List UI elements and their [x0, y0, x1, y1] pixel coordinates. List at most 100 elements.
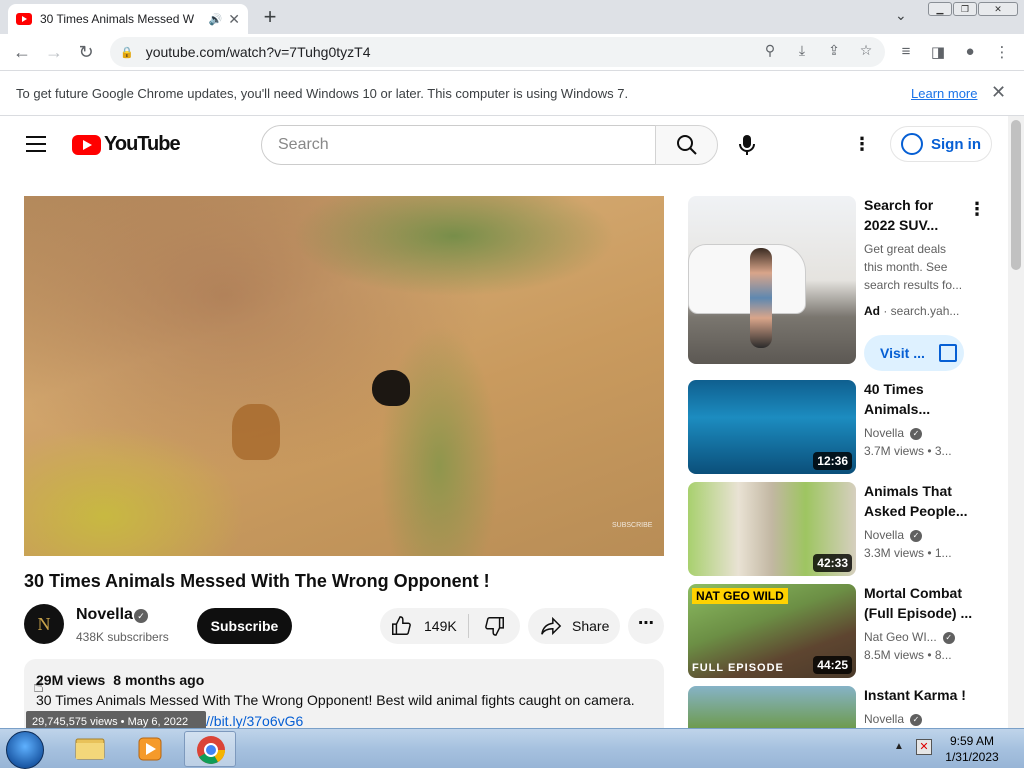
side-channel: Novella ✓	[864, 528, 923, 542]
url-text: youtube.com/watch?v=7Tuhg0tyzT4	[145, 44, 371, 60]
side-video-title-line-1[interactable]: Mortal Combat	[864, 583, 974, 603]
like-button[interactable]: 149K	[380, 608, 468, 644]
side-channel: Novella ✓	[864, 426, 923, 440]
browser-tab[interactable]: 30 Times Animals Messed W 🔊 ✕	[8, 4, 248, 34]
tab-close-icon[interactable]: ✕	[228, 11, 240, 28]
more-actions-button[interactable]: ⋯	[628, 608, 664, 644]
side-channel: Novella ✓	[864, 712, 923, 726]
chrome-taskbar-icon[interactable]	[184, 731, 236, 767]
like-dislike-group: 149K	[380, 608, 520, 644]
subscribe-button[interactable]: Subscribe	[197, 608, 292, 644]
browser-toolbar: ← → ↻ 🔒 youtube.com/watch?v=7Tuhg0tyzT4 …	[0, 34, 1024, 71]
reload-button[interactable]: ↻	[74, 41, 98, 65]
share-icon[interactable]: ⇪	[824, 42, 844, 59]
back-button[interactable]: ←	[10, 41, 34, 65]
channel-name[interactable]: Novella	[76, 606, 133, 624]
side-video-title-line-2[interactable]: (Full Episode) ...	[864, 603, 974, 623]
ad-source-text: search.yah...	[890, 304, 960, 318]
new-tab-button[interactable]: +	[258, 4, 282, 30]
close-window-button[interactable]: ✕	[978, 2, 1018, 16]
full-episode-label: FULL EPISODE	[692, 662, 784, 674]
youtube-logo[interactable]: YouTube	[72, 133, 181, 156]
ad-desc-line-1: Get great deals	[864, 242, 947, 256]
side-panel-icon[interactable]: ◨	[928, 43, 948, 61]
dislike-button[interactable]	[469, 608, 520, 644]
forward-button[interactable]: →	[42, 41, 66, 65]
search-icon[interactable]: ⚲	[760, 42, 780, 59]
speaker-icon[interactable]: 🔊	[209, 13, 223, 26]
lock-icon[interactable]: 🔒	[120, 46, 134, 59]
microphone-icon[interactable]	[735, 133, 759, 157]
ad-title-line-2[interactable]: 2022 SUV...	[864, 215, 974, 235]
external-link-icon	[938, 344, 957, 362]
start-button[interactable]	[6, 731, 44, 769]
side-video-title-line-2[interactable]: Asked People...	[864, 501, 974, 521]
share-arrow-icon	[541, 616, 562, 636]
like-count: 149K	[424, 618, 457, 634]
bookmark-star-icon[interactable]: ☆	[856, 42, 876, 59]
sign-in-button[interactable]: Sign in	[890, 126, 992, 162]
tab-title: 30 Times Animals Messed W	[40, 12, 195, 26]
verified-check-icon: ✓	[942, 631, 955, 644]
tab-search-chevron-icon[interactable]: ⌄	[895, 7, 907, 24]
file-explorer-icon[interactable]	[64, 731, 116, 767]
system-clock[interactable]: 9:59 AM 1/31/2023	[940, 733, 1004, 765]
channel-avatar[interactable]: N	[24, 604, 64, 644]
verified-check-icon: ✓	[910, 529, 923, 542]
upload-age: 8 months ago	[113, 672, 205, 688]
ad-desc-line-2: this month. See	[864, 260, 948, 274]
verified-check-icon: ✓	[134, 609, 148, 623]
hand-cursor-icon: ☝	[33, 676, 44, 696]
tab-strip: 30 Times Animals Messed W 🔊 ✕ + ⌄ ▁ ❐ ✕	[0, 0, 1024, 34]
video-thumbnail[interactable]: 42:33	[688, 482, 856, 576]
view-count: 29M views	[36, 672, 106, 688]
nat-geo-wild-badge: NAT GEO WILD	[692, 588, 788, 604]
thumbs-up-icon	[392, 616, 411, 635]
chrome-menu-icon[interactable]: ⋮	[992, 43, 1012, 61]
learn-more-link[interactable]: Learn more	[911, 86, 977, 101]
install-icon[interactable]: ⤓	[792, 42, 812, 59]
verified-check-icon: ✓	[910, 713, 923, 726]
video-title: 30 Times Animals Messed With The Wrong O…	[24, 571, 490, 591]
settings-kebab-icon[interactable]: ⋮	[853, 134, 871, 155]
ad-kebab-icon[interactable]: ⋮	[968, 199, 986, 220]
video-thumbnail[interactable]: NAT GEO WILD FULL EPISODE 44:25	[688, 584, 856, 678]
clock-date: 1/31/2023	[945, 750, 999, 764]
profile-icon[interactable]: ●	[960, 43, 980, 60]
search-input[interactable]: Search	[261, 125, 656, 165]
side-video-title-line-1[interactable]: Instant Karma !	[864, 685, 974, 705]
thumbs-down-icon	[484, 617, 504, 636]
ad-thumbnail[interactable]	[688, 196, 856, 364]
network-warning-icon[interactable]: ✕	[916, 739, 932, 755]
search-button[interactable]	[655, 125, 718, 165]
view-meta: 29M views 8 months ago	[36, 672, 212, 688]
minimize-button[interactable]: ▁	[928, 2, 952, 16]
person-image	[750, 248, 772, 348]
duration-badge: 12:36	[813, 452, 852, 470]
share-button[interactable]: Share	[528, 608, 620, 644]
search-icon	[676, 135, 697, 155]
media-control-icon[interactable]: ≡	[896, 43, 916, 60]
infobar-close-icon[interactable]: ✕	[991, 82, 1006, 103]
side-video-title-line-1[interactable]: Animals That	[864, 481, 974, 501]
ad-label: Ad	[864, 304, 880, 318]
subscriber-count: 438K subscribers	[76, 630, 169, 644]
side-video-title-line-2[interactable]: Animals...	[864, 399, 974, 419]
visit-site-button[interactable]: Visit ...	[864, 335, 964, 371]
update-infobar: To get future Google Chrome updates, you…	[0, 71, 1024, 116]
video-thumbnail[interactable]	[688, 686, 856, 728]
tiger-figure	[232, 404, 280, 460]
windows-taskbar: ▲ ✕ 9:59 AM 1/31/2023	[0, 728, 1024, 769]
menu-icon[interactable]	[26, 136, 46, 152]
video-player[interactable]: SUBSCRIBE	[24, 196, 664, 556]
show-hidden-icons-chevron-icon[interactable]: ▲	[894, 741, 904, 752]
side-channel: Nat Geo WI... ✓	[864, 630, 955, 644]
maximize-button[interactable]: ❐	[953, 2, 977, 16]
description-link[interactable]: //bit.ly/37o6vG6	[206, 713, 303, 729]
media-player-icon[interactable]	[124, 731, 176, 767]
ad-title-line-1[interactable]: Search for	[864, 195, 974, 215]
scrollbar-thumb[interactable]	[1011, 120, 1021, 270]
video-thumbnail[interactable]: 12:36	[688, 380, 856, 474]
clock-time: 9:59 AM	[949, 734, 995, 748]
side-video-title-line-1[interactable]: 40 Times	[864, 379, 974, 399]
